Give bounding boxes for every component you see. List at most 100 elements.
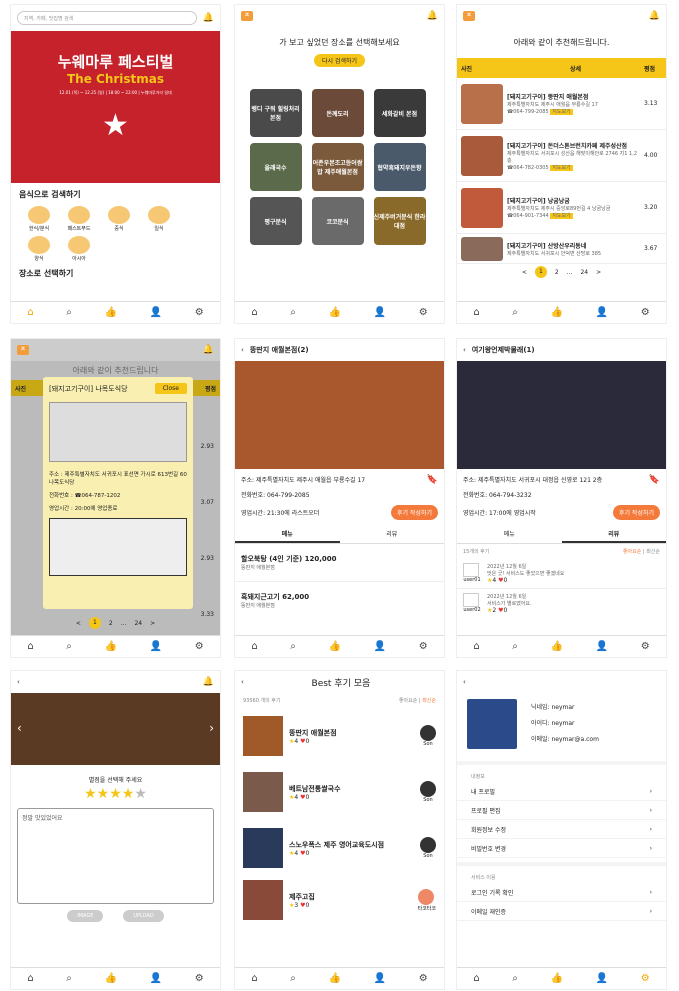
sort-latest[interactable]: 최신순 — [422, 698, 436, 704]
home-icon[interactable]: ⌂ — [27, 641, 33, 652]
category-japanese[interactable]: 일식 — [141, 206, 177, 232]
next-page[interactable]: > — [596, 269, 601, 276]
gear-icon[interactable]: ⚙ — [641, 641, 650, 652]
user-icon[interactable]: 👤 — [150, 307, 162, 318]
search-icon[interactable]: ⌕ — [512, 641, 518, 652]
tab-menu[interactable]: 메뉴 — [235, 526, 340, 543]
table-row[interactable]: [돼지고기구이] 산방산우리동네 제주특별자치도 서귀포시 안덕면 산방로 385… — [457, 234, 666, 264]
prev-page[interactable]: < — [522, 269, 527, 276]
gear-icon[interactable]: ⚙ — [195, 641, 204, 652]
bell-icon[interactable]: 🔔 — [203, 345, 214, 355]
user-icon[interactable]: 👤 — [596, 641, 608, 652]
search-icon[interactable]: ⌕ — [66, 641, 72, 652]
home-icon[interactable]: ⌂ — [27, 973, 33, 984]
menu-my-profile[interactable]: 내 프로필 › — [457, 782, 666, 801]
sort-likes[interactable]: 좋아요순 — [623, 549, 641, 555]
bell-icon[interactable]: 🔔 — [203, 13, 214, 23]
table-row[interactable]: [돼지고기구이] 돈더스톤브런치카페 제주성산점 제주특별자치도 서귀포시 성산읍… — [457, 130, 666, 182]
thumbs-up-icon[interactable]: 👍 — [551, 973, 563, 984]
close-button[interactable]: Close — [154, 383, 187, 394]
search-icon[interactable]: ⌕ — [290, 641, 296, 652]
chevron-left-icon[interactable]: ‹ — [17, 721, 22, 735]
gear-icon[interactable]: ⚙ — [195, 307, 204, 318]
bell-icon[interactable]: 🔔 — [203, 677, 214, 687]
map-button[interactable]: 지도보기 — [550, 213, 573, 219]
chevron-right-icon[interactable]: › — [209, 721, 214, 735]
thumbs-up-icon[interactable]: 👍 — [105, 973, 117, 984]
place-tile[interactable]: 세화갈비 본점 — [373, 89, 426, 137]
page-1[interactable]: 1 — [88, 617, 101, 629]
home-icon[interactable]: ⌂ — [473, 307, 479, 318]
prev-page[interactable]: < — [76, 620, 81, 627]
user-icon[interactable]: 👤 — [596, 307, 608, 318]
gear-icon[interactable]: ⚙ — [419, 973, 428, 984]
page-2[interactable]: 2 — [109, 620, 113, 627]
thumbs-up-icon[interactable]: 👍 — [329, 307, 341, 318]
menu-change-password[interactable]: 비밀번호 변경 › — [457, 839, 666, 858]
star-rating[interactable]: ★★★★★ — [11, 786, 220, 802]
star-icon[interactable]: ★ — [97, 786, 110, 802]
bell-icon[interactable]: 🔔 — [649, 11, 660, 21]
sort-likes[interactable]: 좋아요순 — [399, 698, 417, 704]
gear-icon[interactable]: ⚙ — [195, 973, 204, 984]
review-textarea[interactable]: 정말 맛있었어요 — [17, 808, 214, 904]
back-icon[interactable]: ‹ — [241, 346, 244, 354]
search-icon[interactable]: ⌕ — [290, 307, 296, 318]
gear-icon[interactable]: ⚙ — [641, 973, 650, 984]
back-icon[interactable]: ‹ — [241, 678, 244, 686]
tab-menu[interactable]: 메뉴 — [457, 526, 562, 543]
home-icon[interactable]: ⌂ — [473, 973, 479, 984]
menu-login-history[interactable]: 로그인 기록 확인 › — [457, 883, 666, 902]
map-view[interactable] — [49, 518, 187, 576]
star-icon[interactable]: ★ — [122, 786, 135, 802]
sort-latest[interactable]: 최신순 — [646, 549, 660, 555]
thumbs-up-icon[interactable]: 👍 — [105, 307, 117, 318]
category-chinese[interactable]: 중식 — [101, 206, 137, 232]
user-icon[interactable]: 👤 — [374, 641, 386, 652]
user-icon[interactable]: 👤 — [150, 973, 162, 984]
best-review-item[interactable]: 스노우폭스 제주 영어교육도시점 ★4 ♥0 Son — [235, 820, 444, 876]
thumbs-up-icon[interactable]: 👍 — [329, 641, 341, 652]
upload-button[interactable]: UPLOAD — [123, 910, 164, 922]
gear-icon[interactable]: ⚙ — [641, 307, 650, 318]
bookmark-icon[interactable]: 🔖 — [427, 475, 438, 485]
page-1[interactable]: 1 — [534, 266, 547, 278]
bookmark-icon[interactable]: 🔖 — [649, 475, 660, 485]
place-tile[interactable]: 신제주버거분식 한라대점 — [373, 197, 426, 245]
category-fastfood[interactable]: 패스트푸드 — [61, 206, 97, 232]
thumbs-up-icon[interactable]: 👍 — [105, 641, 117, 652]
table-row[interactable]: [돼지고기구이] 낭굼낭굼 제주특별자치도 제주시 중앙로89번길 4 낭굼낭굼 ☎… — [457, 182, 666, 234]
place-tile[interactable]: 협약흑돼지우돈향 — [373, 143, 426, 191]
category-korean[interactable]: 한식/분식 — [21, 206, 57, 232]
back-icon[interactable]: ‹ — [463, 346, 466, 354]
place-tile[interactable]: 어존우본조고등어쌈밥 제주애월본점 — [311, 143, 364, 191]
thumbs-up-icon[interactable]: 👍 — [329, 973, 341, 984]
place-tile[interactable]: 평구분식 — [249, 197, 302, 245]
home-icon[interactable]: ⌂ — [473, 641, 479, 652]
star-icon[interactable]: ★ — [134, 786, 147, 802]
page-2[interactable]: 2 — [555, 269, 559, 276]
home-icon[interactable]: ⌂ — [251, 973, 257, 984]
search-icon[interactable]: ⌕ — [512, 973, 518, 984]
food-carousel[interactable]: ‹ › — [11, 693, 220, 765]
best-review-item[interactable]: 제주고집 ★3 ♥0 타코타코 — [235, 876, 444, 924]
back-icon[interactable]: ‹ — [17, 678, 20, 686]
menu-edit-profile[interactable]: 프로필 편집 › — [457, 801, 666, 820]
user-icon[interactable]: 👤 — [596, 973, 608, 984]
next-page[interactable]: > — [150, 620, 155, 627]
search-icon[interactable]: ⌕ — [66, 307, 72, 318]
user-icon[interactable]: 👤 — [150, 641, 162, 652]
place-tile[interactable]: 돈께도리 — [311, 89, 364, 137]
table-row[interactable]: [돼지고기구이] 뚱딴지 애월본점 제주특별자치도 제주시 애월읍 부룡수길 17… — [457, 78, 666, 130]
home-icon[interactable]: ⌂ — [251, 307, 257, 318]
write-review-button[interactable]: 후기 작성하기 — [390, 505, 438, 520]
image-button[interactable]: IMAGE — [67, 910, 104, 922]
place-tile[interactable]: 올래국수 — [249, 143, 302, 191]
retry-search-button[interactable]: 다시 검색하기 — [313, 54, 366, 67]
star-icon[interactable]: ★ — [109, 786, 122, 802]
page-24[interactable]: 24 — [134, 620, 142, 627]
place-tile[interactable]: 벵디 구워 힐링처리 본점 — [249, 89, 302, 137]
home-icon[interactable]: ⌂ — [251, 641, 257, 652]
thumbs-up-icon[interactable]: 👍 — [551, 307, 563, 318]
menu-edit-account[interactable]: 회원정보 수정 › — [457, 820, 666, 839]
